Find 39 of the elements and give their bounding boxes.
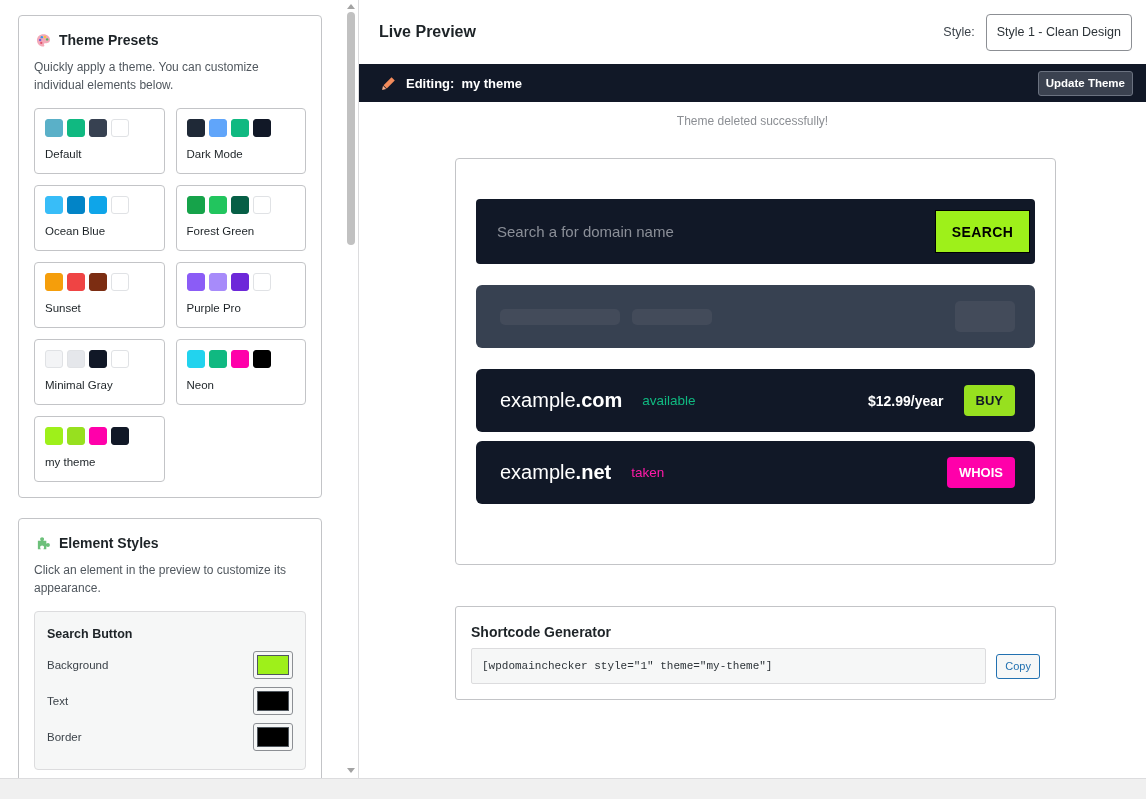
shortcode-field[interactable]: [wpdomainchecker style="1" theme="my-theme"] [471,648,987,684]
panel-description: Click an element in the preview to customize its appearance. [34,562,288,597]
puzzle-piece-icon [36,535,51,551]
theme-preset-card[interactable]: my theme [34,416,165,482]
theme-preset-card[interactable]: Neon [175,339,306,405]
property-label: Border [47,731,82,743]
update-theme-button[interactable]: Update Theme [1037,70,1133,96]
search-button[interactable]: SEARCH [935,210,1030,253]
style-select[interactable]: Style 1 - Clean Design [985,13,1132,51]
panel-description: Quickly apply a theme. You can customize individual elements below. [34,59,260,94]
preview-title: Live Preview [379,23,476,41]
buy-button[interactable]: BUY [963,385,1015,416]
copy-button[interactable]: Copy [996,653,1040,679]
theme-name: my theme [461,75,523,91]
style-label: Style: [943,25,975,39]
theme-preset-card[interactable]: Default [34,108,165,174]
domain-name: example.net [500,461,612,484]
whois-button[interactable]: WHOIS [946,457,1015,488]
panel-title: Element Styles [59,535,159,551]
panel-title: Theme Presets [59,32,159,48]
scrollbar-thumb[interactable] [347,12,355,245]
availability-status: available [642,393,696,408]
theme-preset-card[interactable]: Minimal Gray [34,339,165,405]
theme-preset-card[interactable]: Ocean Blue [34,185,165,251]
property-label: Text [47,695,69,707]
pencil-icon [381,75,396,91]
palette-icon [36,32,51,48]
shortcode-title: Shortcode Generator [471,623,613,642]
availability-status: taken [631,465,665,480]
property-label: Background [47,659,109,671]
theme-preset-card[interactable]: Sunset [34,262,165,328]
editing-label: Editing: [406,75,455,91]
theme-preset-card[interactable]: Dark Mode [175,108,306,174]
domain-name: example.com [500,389,623,412]
element-title: Search Button [47,626,134,643]
theme-preset-card[interactable]: Forest Green [175,185,306,251]
notice-message: Theme deleted successfully! [676,114,829,128]
price: $12.99/year [868,392,944,409]
theme-preset-card[interactable]: Purple Pro [175,262,306,328]
